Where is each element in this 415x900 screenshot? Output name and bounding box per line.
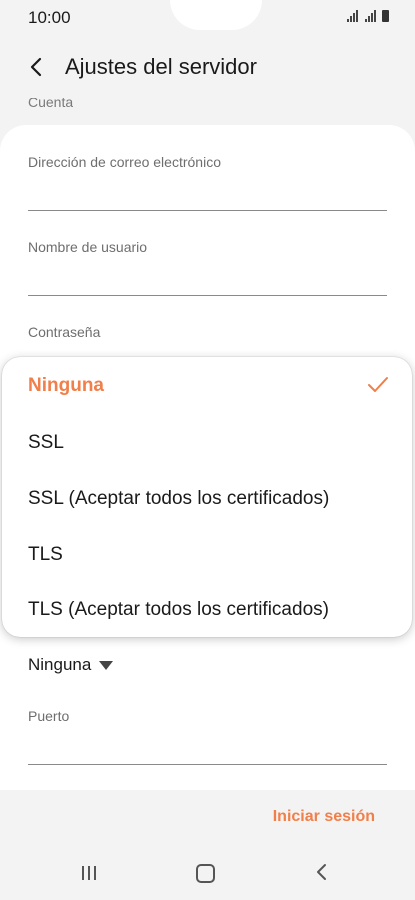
- signal-icon-2: [365, 10, 376, 22]
- email-label: Dirección de correo electrónico: [28, 154, 221, 170]
- app-header: Ajustes del servidor: [0, 40, 415, 94]
- chevron-left-icon: [30, 57, 42, 77]
- email-underline: [28, 210, 387, 211]
- username-underline: [28, 295, 387, 296]
- caret-down-icon: [99, 660, 114, 670]
- signin-button[interactable]: Iniciar sesión: [273, 808, 375, 826]
- dropdown-option-tls[interactable]: TLS: [28, 544, 63, 566]
- username-field[interactable]: Nombre de usuario: [28, 239, 387, 296]
- signal-icon: [347, 10, 358, 22]
- status-time: 10:00: [28, 8, 71, 27]
- security-type-value: Ninguna: [28, 655, 92, 674]
- port-label: Puerto: [28, 708, 70, 724]
- back-icon[interactable]: [312, 862, 332, 882]
- email-field[interactable]: Dirección de correo electrónico: [28, 154, 387, 211]
- status-bar: 10:00: [0, 0, 415, 34]
- port-field[interactable]: Puerto: [28, 708, 387, 765]
- dropdown-option-ninguna[interactable]: Ninguna: [28, 375, 104, 397]
- navigation-bar: [0, 844, 415, 900]
- recents-icon[interactable]: [82, 866, 96, 880]
- status-icons: [347, 10, 389, 22]
- security-type-select[interactable]: Ninguna: [28, 655, 114, 675]
- username-label: Nombre de usuario: [28, 239, 148, 255]
- password-field[interactable]: Contraseña: [28, 324, 387, 340]
- back-button[interactable]: [22, 52, 52, 82]
- dropdown-option-ssl-all-certs[interactable]: SSL (Aceptar todos los certificados): [28, 488, 329, 510]
- security-dropdown-menu: Ninguna SSL SSL (Aceptar todos los certi…: [2, 357, 412, 637]
- check-icon: [368, 377, 388, 392]
- home-icon[interactable]: [196, 864, 215, 883]
- dropdown-option-ssl[interactable]: SSL: [28, 432, 64, 454]
- battery-icon: [382, 10, 389, 22]
- section-label: Cuenta: [28, 98, 74, 110]
- camera-notch: [170, 0, 262, 30]
- page-title: Ajustes del servidor: [65, 54, 257, 79]
- port-underline: [28, 764, 387, 765]
- password-label: Contraseña: [28, 324, 101, 340]
- action-bar: Iniciar sesión: [0, 790, 415, 844]
- dropdown-option-tls-all-certs[interactable]: TLS (Aceptar todos los certificados): [28, 599, 329, 621]
